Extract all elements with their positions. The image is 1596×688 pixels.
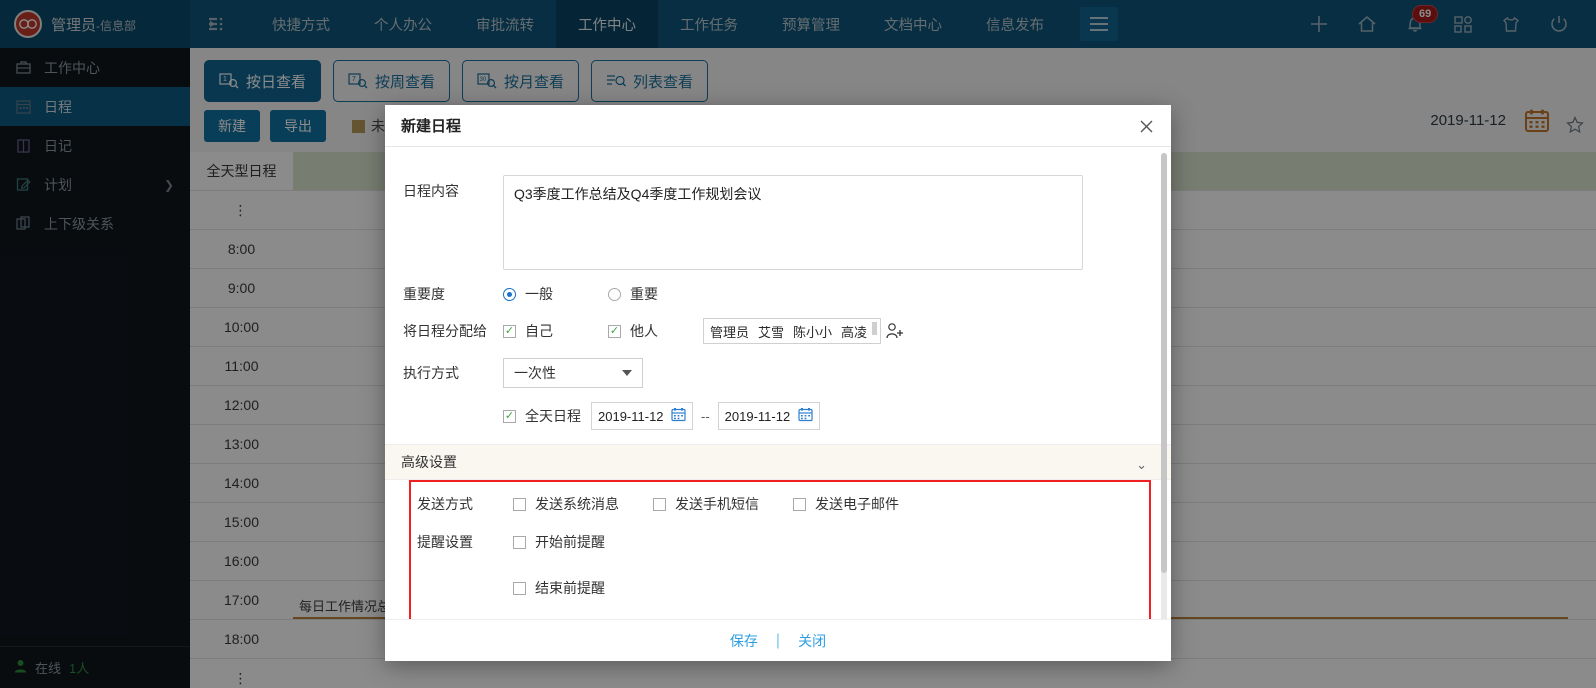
advanced-settings-panel: 发送方式 ✓ 发送系统消息 ✓ 发送手机短信 ✓ — [409, 480, 1151, 619]
date-range-separator: -- — [701, 408, 710, 424]
remind-settings-label: 提醒设置 — [417, 534, 473, 550]
send-sms-checkbox[interactable]: ✓ 发送手机短信 — [653, 494, 759, 514]
priority-radio-important[interactable]: 重要 — [608, 284, 658, 304]
dialog-title: 新建日程 — [401, 118, 462, 135]
assign-label-self: 自己 — [525, 323, 553, 339]
radio-dot-normal — [503, 287, 516, 301]
assign-label: 将日程分配给 — [403, 323, 487, 339]
content-label: 日程内容 — [403, 183, 459, 199]
end-date-value: 2019-11-12 — [724, 408, 791, 424]
assignee-0: 管理员 — [710, 324, 750, 340]
checkbox-box-self: ✓ — [503, 324, 516, 338]
remind-before-start-checkbox[interactable]: ✓ 开始前提醒 — [513, 532, 605, 552]
calendar-small-icon[interactable] — [798, 407, 813, 425]
dialog-body: 日程内容 重要度 一般 重要 将日程分配给 — [385, 147, 1171, 619]
save-button[interactable]: 保存 — [730, 631, 758, 651]
send-method-label: 发送方式 — [417, 496, 473, 512]
advanced-settings-header[interactable]: 高级设置 ⌄ — [385, 444, 1171, 480]
remind-settings-row: 提醒设置 ✓ 开始前提醒 ✓ 结束前提醒 ✓ — [417, 532, 1139, 619]
start-date-value: 2019-11-12 — [598, 408, 664, 424]
checkbox-box-email: ✓ — [793, 497, 806, 511]
checkbox-box-before-start: ✓ — [513, 535, 526, 549]
radio-dot-important — [608, 287, 621, 301]
assign-label-others: 他人 — [630, 323, 658, 339]
add-person-icon[interactable] — [881, 318, 907, 344]
remind-before-end-checkbox[interactable]: ✓ 结束前提醒 — [513, 578, 605, 598]
assign-checkbox-others[interactable]: ✓ 他人 — [608, 321, 703, 341]
assignee-list-input[interactable]: 管理员 艾雪 陈小小 高凌 — [703, 318, 881, 344]
priority-label-normal: 一般 — [525, 286, 553, 302]
advanced-settings-title: 高级设置 — [401, 454, 457, 470]
remind-settings-options: ✓ 开始前提醒 ✓ 结束前提醒 ✓ 超期后提醒 — [513, 532, 605, 619]
remind-before-end-label: 结束前提醒 — [535, 580, 605, 596]
start-date-input[interactable]: 2019-11-12 — [591, 402, 693, 430]
end-date-input[interactable]: 2019-11-12 — [717, 402, 820, 430]
allday-label-text: 全天日程 — [525, 408, 581, 424]
send-system-message-label: 发送系统消息 — [535, 496, 619, 512]
chevron-down-icon — [622, 370, 632, 376]
dialog-scrollbar[interactable] — [1161, 153, 1167, 619]
close-icon[interactable] — [1135, 115, 1157, 137]
allday-checkbox[interactable]: ✓ 全天日程 — [503, 406, 581, 426]
send-method-row: 发送方式 ✓ 发送系统消息 ✓ 发送手机短信 ✓ — [417, 494, 1139, 514]
new-schedule-dialog: 新建日程 日程内容 重要度 一般 — [385, 105, 1171, 661]
dialog-footer: 保存 | 关闭 — [385, 619, 1171, 661]
priority-label: 重要度 — [403, 286, 445, 302]
checkbox-box-sms: ✓ — [653, 497, 666, 511]
dialog-header: 新建日程 — [385, 105, 1171, 147]
send-method-options: ✓ 发送系统消息 ✓ 发送手机短信 ✓ 发送电子邮件 — [513, 494, 899, 514]
checkbox-box-allday: ✓ — [503, 409, 516, 423]
footer-divider: | — [775, 631, 781, 649]
assignee-1: 艾雪 — [758, 324, 785, 340]
checkbox-box-before-end: ✓ — [513, 581, 526, 595]
send-system-message-checkbox[interactable]: ✓ 发送系统消息 — [513, 494, 619, 514]
remind-before-start-label: 开始前提醒 — [535, 534, 605, 550]
checkbox-box-others: ✓ — [608, 324, 621, 338]
close-button[interactable]: 关闭 — [798, 631, 826, 651]
schedule-content-input[interactable] — [503, 175, 1083, 270]
priority-radio-normal[interactable]: 一般 — [503, 284, 608, 304]
assign-checkbox-self[interactable]: ✓ 自己 — [503, 321, 608, 341]
assignee-3: 高凌 — [841, 324, 868, 340]
dialog-scrollbar-thumb[interactable] — [1161, 153, 1167, 573]
send-email-label: 发送电子邮件 — [815, 496, 899, 512]
send-email-checkbox[interactable]: ✓ 发送电子邮件 — [793, 494, 899, 514]
exec-mode-value: 一次性 — [514, 365, 556, 381]
calendar-small-icon[interactable] — [671, 407, 686, 425]
send-sms-label: 发送手机短信 — [675, 496, 759, 512]
exec-mode-select[interactable]: 一次性 — [503, 358, 643, 388]
assignee-2: 陈小小 — [793, 324, 833, 340]
chevron-down-icon[interactable]: ⌄ — [1136, 457, 1147, 473]
dialog-scroll-area: 日程内容 重要度 一般 重要 将日程分配给 — [385, 147, 1171, 619]
checkbox-box-system-msg: ✓ — [513, 497, 526, 511]
priority-label-important: 重要 — [630, 286, 658, 302]
exec-label: 执行方式 — [403, 365, 459, 381]
assignee-scrollbar[interactable] — [872, 322, 877, 335]
